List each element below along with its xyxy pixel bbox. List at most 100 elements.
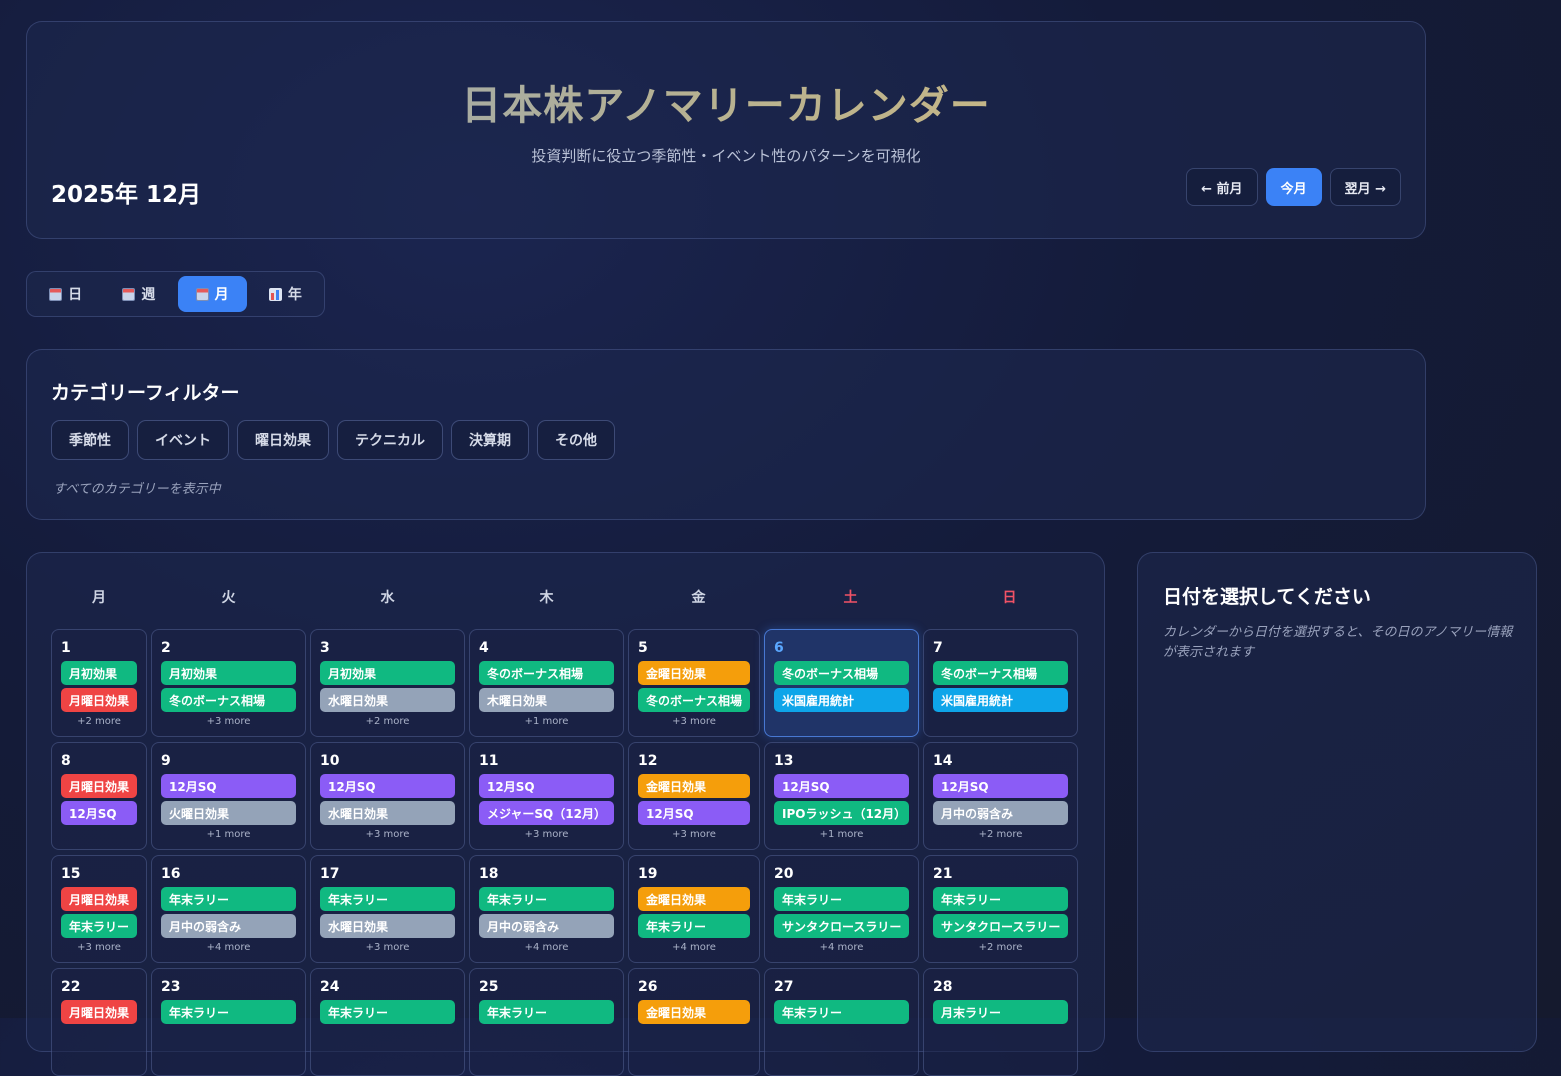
anomaly-tag[interactable]: 年末ラリー: [774, 887, 909, 911]
calendar-day[interactable]: 3 月初効果 水曜日効果 +2 more: [310, 629, 465, 737]
tab-year[interactable]: 年: [251, 276, 320, 312]
filter-chip-event[interactable]: イベント: [137, 420, 229, 460]
anomaly-tag[interactable]: 年末ラリー: [638, 914, 750, 938]
calendar-day[interactable]: 21 年末ラリー サンタクロースラリー +2 more: [923, 855, 1078, 963]
calendar-day[interactable]: 7 冬のボーナス相場 米国雇用統計: [923, 629, 1078, 737]
anomaly-tag[interactable]: 月曜日効果: [61, 887, 137, 911]
anomaly-tag[interactable]: 12月SQ: [320, 774, 455, 798]
anomaly-tag[interactable]: メジャーSQ（12月）: [479, 801, 614, 825]
anomaly-tag[interactable]: 月中の弱含み: [161, 914, 296, 938]
more-count[interactable]: +1 more: [774, 829, 909, 840]
anomaly-tag[interactable]: 金曜日効果: [638, 661, 750, 685]
calendar-day[interactable]: 13 12月SQ IPOラッシュ（12月） +1 more: [764, 742, 919, 850]
calendar-day[interactable]: 14 12月SQ 月中の弱含み +2 more: [923, 742, 1078, 850]
anomaly-tag[interactable]: 年末ラリー: [479, 1000, 614, 1024]
tab-week[interactable]: 週: [104, 276, 173, 312]
anomaly-tag[interactable]: 金曜日効果: [638, 1000, 750, 1024]
calendar-day[interactable]: 22 月曜日効果: [51, 968, 147, 1076]
more-count[interactable]: +3 more: [161, 716, 296, 727]
filter-chip-other[interactable]: その他: [537, 420, 615, 460]
calendar-day[interactable]: 27 年末ラリー: [764, 968, 919, 1076]
more-count[interactable]: +4 more: [638, 942, 750, 953]
anomaly-tag[interactable]: 12月SQ: [774, 774, 909, 798]
anomaly-tag[interactable]: 月初効果: [320, 661, 455, 685]
more-count[interactable]: +4 more: [479, 942, 614, 953]
calendar-day[interactable]: 28 月末ラリー: [923, 968, 1078, 1076]
anomaly-tag[interactable]: 12月SQ: [638, 801, 750, 825]
anomaly-tag[interactable]: 水曜日効果: [320, 914, 455, 938]
anomaly-tag[interactable]: 月曜日効果: [61, 774, 137, 798]
anomaly-tag[interactable]: 米国雇用統計: [933, 688, 1068, 712]
calendar-day[interactable]: 20 年末ラリー サンタクロースラリー +4 more: [764, 855, 919, 963]
filter-chip-technical[interactable]: テクニカル: [337, 420, 443, 460]
anomaly-tag[interactable]: 米国雇用統計: [774, 688, 909, 712]
anomaly-tag[interactable]: 水曜日効果: [320, 801, 455, 825]
calendar-day[interactable]: 25 年末ラリー: [469, 968, 624, 1076]
calendar-day[interactable]: 19 金曜日効果 年末ラリー +4 more: [628, 855, 760, 963]
more-count[interactable]: +3 more: [61, 942, 137, 953]
anomaly-tag[interactable]: 月中の弱含み: [933, 801, 1068, 825]
anomaly-tag[interactable]: 木曜日効果: [479, 688, 614, 712]
more-count[interactable]: +1 more: [161, 829, 296, 840]
anomaly-tag[interactable]: サンタクロースラリー: [774, 914, 909, 938]
more-count[interactable]: +3 more: [638, 716, 750, 727]
calendar-day[interactable]: 1 月初効果 月曜日効果 +2 more: [51, 629, 147, 737]
calendar-day[interactable]: 8 月曜日効果 12月SQ: [51, 742, 147, 850]
anomaly-tag[interactable]: 12月SQ: [933, 774, 1068, 798]
current-month-button[interactable]: 今月: [1265, 168, 1322, 206]
prev-month-button[interactable]: ← 前月: [1186, 168, 1258, 206]
filter-chip-seasonal[interactable]: 季節性: [51, 420, 129, 460]
calendar-day[interactable]: 5 金曜日効果 冬のボーナス相場 +3 more: [628, 629, 760, 737]
calendar-day[interactable]: 12 金曜日効果 12月SQ +3 more: [628, 742, 760, 850]
anomaly-tag[interactable]: 年末ラリー: [774, 1000, 909, 1024]
more-count[interactable]: +2 more: [933, 829, 1068, 840]
anomaly-tag[interactable]: 年末ラリー: [320, 887, 455, 911]
anomaly-tag[interactable]: 冬のボーナス相場: [161, 688, 296, 712]
anomaly-tag[interactable]: 年末ラリー: [161, 1000, 296, 1024]
anomaly-tag[interactable]: 冬のボーナス相場: [774, 661, 909, 685]
calendar-day[interactable]: 6 冬のボーナス相場 米国雇用統計: [764, 629, 919, 737]
filter-chip-earnings[interactable]: 決算期: [451, 420, 529, 460]
calendar-day[interactable]: 18 年末ラリー 月中の弱含み +4 more: [469, 855, 624, 963]
anomaly-tag[interactable]: 月中の弱含み: [479, 914, 614, 938]
calendar-day[interactable]: 11 12月SQ メジャーSQ（12月） +3 more: [469, 742, 624, 850]
calendar-day[interactable]: 17 年末ラリー 水曜日効果 +3 more: [310, 855, 465, 963]
anomaly-tag[interactable]: 年末ラリー: [320, 1000, 455, 1024]
anomaly-tag[interactable]: 火曜日効果: [161, 801, 296, 825]
calendar-day[interactable]: 26 金曜日効果: [628, 968, 760, 1076]
more-count[interactable]: +1 more: [479, 716, 614, 727]
anomaly-tag[interactable]: 冬のボーナス相場: [933, 661, 1068, 685]
more-count[interactable]: +3 more: [320, 942, 455, 953]
anomaly-tag[interactable]: 冬のボーナス相場: [479, 661, 614, 685]
anomaly-tag[interactable]: 月曜日効果: [61, 1000, 137, 1024]
anomaly-tag[interactable]: 12月SQ: [161, 774, 296, 798]
more-count[interactable]: +3 more: [320, 829, 455, 840]
tab-day[interactable]: 日: [31, 276, 100, 312]
anomaly-tag[interactable]: 金曜日効果: [638, 774, 750, 798]
calendar-day[interactable]: 2 月初効果 冬のボーナス相場 +3 more: [151, 629, 306, 737]
tab-month[interactable]: 月: [177, 276, 247, 312]
anomaly-tag[interactable]: サンタクロースラリー: [933, 914, 1068, 938]
more-count[interactable]: +4 more: [161, 942, 296, 953]
anomaly-tag[interactable]: 年末ラリー: [161, 887, 296, 911]
anomaly-tag[interactable]: 12月SQ: [61, 801, 137, 825]
anomaly-tag[interactable]: 月曜日効果: [61, 688, 137, 712]
more-count[interactable]: +2 more: [61, 716, 137, 727]
anomaly-tag[interactable]: 年末ラリー: [61, 914, 137, 938]
calendar-day[interactable]: 4 冬のボーナス相場 木曜日効果 +1 more: [469, 629, 624, 737]
anomaly-tag[interactable]: 冬のボーナス相場: [638, 688, 750, 712]
anomaly-tag[interactable]: 12月SQ: [479, 774, 614, 798]
filter-chip-weekday[interactable]: 曜日効果: [237, 420, 329, 460]
anomaly-tag[interactable]: 月初効果: [61, 661, 137, 685]
more-count[interactable]: +2 more: [320, 716, 455, 727]
calendar-day[interactable]: 24 年末ラリー: [310, 968, 465, 1076]
more-count[interactable]: +3 more: [638, 829, 750, 840]
next-month-button[interactable]: 翌月 →: [1329, 168, 1401, 206]
more-count[interactable]: +2 more: [933, 942, 1068, 953]
anomaly-tag[interactable]: 水曜日効果: [320, 688, 455, 712]
anomaly-tag[interactable]: IPOラッシュ（12月）: [774, 801, 909, 825]
calendar-day[interactable]: 10 12月SQ 水曜日効果 +3 more: [310, 742, 465, 850]
calendar-day[interactable]: 15 月曜日効果 年末ラリー +3 more: [51, 855, 147, 963]
anomaly-tag[interactable]: 年末ラリー: [933, 887, 1068, 911]
calendar-day[interactable]: 16 年末ラリー 月中の弱含み +4 more: [151, 855, 306, 963]
